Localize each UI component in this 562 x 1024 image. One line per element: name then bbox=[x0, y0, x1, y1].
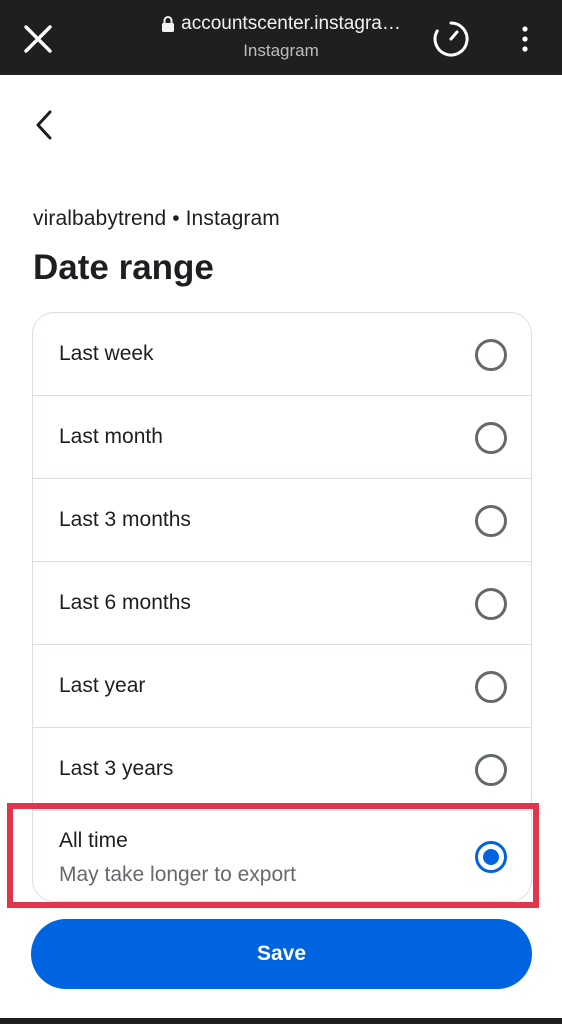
option-label: Last week bbox=[59, 342, 154, 365]
radio-button[interactable] bbox=[475, 422, 507, 454]
option-last-3-months[interactable]: Last 3 months bbox=[33, 479, 531, 562]
loading-icon bbox=[433, 21, 469, 57]
option-label: Last year bbox=[59, 674, 146, 697]
back-arrow-icon[interactable] bbox=[30, 108, 58, 142]
option-label: Last 3 years bbox=[59, 757, 174, 780]
address-bar[interactable]: accountscenter.instagra… Instagram bbox=[150, 13, 412, 61]
option-last-year[interactable]: Last year bbox=[33, 645, 531, 728]
radio-button[interactable] bbox=[475, 339, 507, 371]
option-label: Last month bbox=[59, 425, 163, 448]
radio-button[interactable] bbox=[475, 754, 507, 786]
option-label: Last 3 months bbox=[59, 508, 191, 531]
more-vert-icon[interactable] bbox=[514, 24, 536, 54]
lock-icon bbox=[162, 16, 175, 32]
radio-button[interactable] bbox=[475, 671, 507, 703]
option-label: Last 6 months bbox=[59, 591, 191, 614]
url-text: accountscenter.instagra… bbox=[181, 13, 401, 34]
radio-button[interactable] bbox=[475, 588, 507, 620]
save-button[interactable]: Save bbox=[31, 919, 532, 989]
option-last-month[interactable]: Last month bbox=[33, 396, 531, 479]
site-name: Instagram bbox=[243, 41, 319, 60]
close-icon[interactable] bbox=[22, 23, 54, 55]
account-subtitle: viralbabytrend • Instagram bbox=[33, 207, 280, 230]
selection-highlight-box bbox=[7, 803, 539, 908]
bottom-bar bbox=[0, 1018, 562, 1024]
option-last-6-months[interactable]: Last 6 months bbox=[33, 562, 531, 645]
option-last-week[interactable]: Last week bbox=[33, 313, 531, 396]
option-last-3-years[interactable]: Last 3 years bbox=[33, 728, 531, 811]
page-title: Date range bbox=[33, 248, 214, 287]
radio-button[interactable] bbox=[475, 505, 507, 537]
browser-toolbar: accountscenter.instagra… Instagram bbox=[0, 0, 562, 75]
